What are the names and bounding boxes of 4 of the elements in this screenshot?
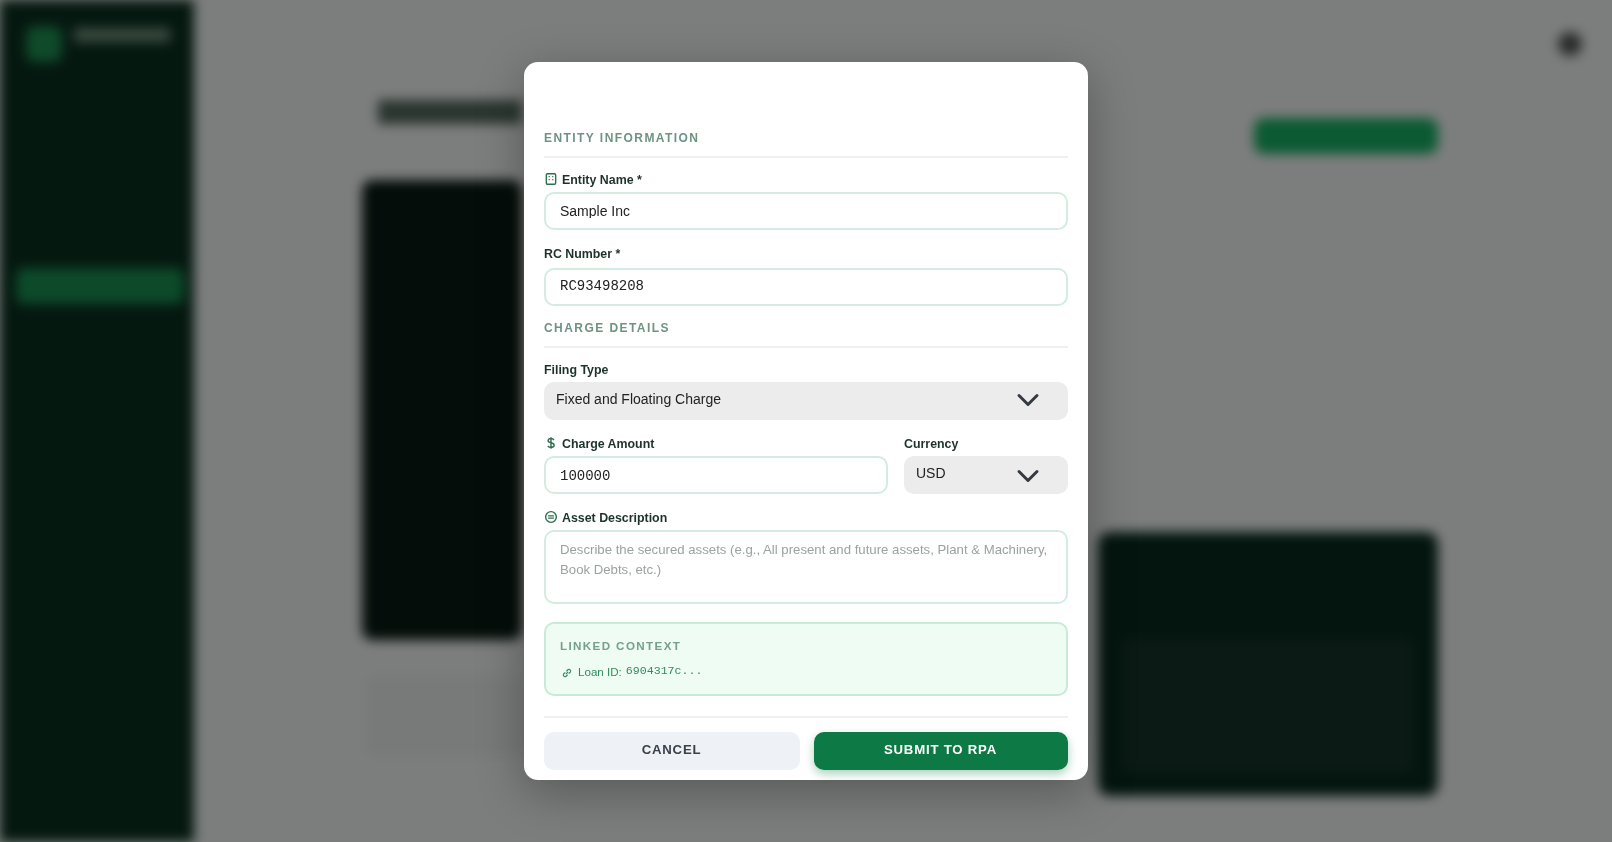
- coin-icon: [544, 510, 558, 525]
- link-icon: [560, 666, 574, 681]
- dollar-icon: [544, 436, 558, 451]
- building-icon: [544, 172, 558, 187]
